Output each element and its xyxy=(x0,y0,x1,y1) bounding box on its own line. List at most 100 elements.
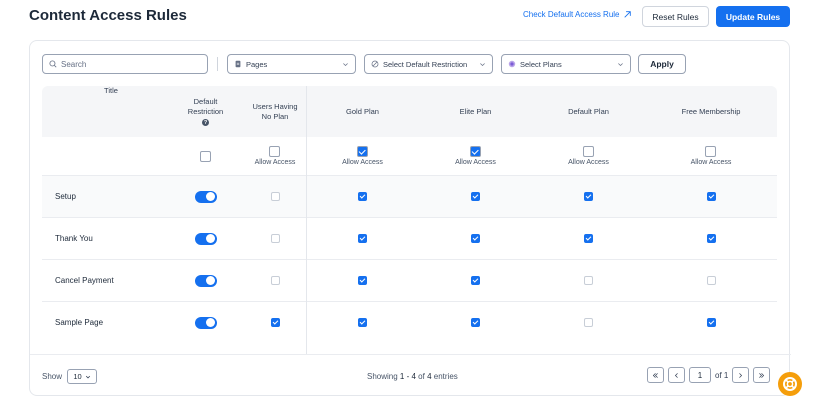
allow-access-label: Allow Access xyxy=(254,159,296,166)
chevron-right-icon xyxy=(739,372,743,378)
no-plan-allow-cell: Allow Access xyxy=(244,137,306,175)
restriction-cell xyxy=(167,176,244,217)
no-plan-checkbox[interactable] xyxy=(270,234,280,243)
plan-checkbox[interactable] xyxy=(471,318,480,327)
first-page-button[interactable] xyxy=(647,367,664,383)
current-page-input[interactable]: 1 xyxy=(689,367,711,383)
plan-checkbox[interactable] xyxy=(471,192,480,201)
lifebuoy-icon xyxy=(783,377,797,391)
next-page-button[interactable] xyxy=(732,367,750,383)
plan-checkbox[interactable] xyxy=(471,234,480,243)
page-total-label: of 1 xyxy=(715,370,729,380)
search-box[interactable] xyxy=(42,54,208,74)
restriction-toggle[interactable] xyxy=(194,274,217,287)
plan-checkbox[interactable] xyxy=(584,318,593,327)
row-title: Setup xyxy=(55,192,76,201)
no-plan-cell xyxy=(244,260,306,301)
plan-cell xyxy=(306,176,419,217)
search-icon xyxy=(49,60,57,68)
page-size-value: 10 xyxy=(73,372,82,381)
check-default-access-link[interactable]: Check Default Access Rule xyxy=(523,10,631,19)
plan-checkbox[interactable] xyxy=(706,234,716,243)
restriction-toggle[interactable] xyxy=(194,232,217,245)
reset-rules-button[interactable]: Reset Rules xyxy=(642,6,709,27)
plan-checkbox[interactable] xyxy=(706,318,716,327)
page-header: Content Access Rules Check Default Acces… xyxy=(0,0,814,36)
restriction-toggle[interactable] xyxy=(194,316,217,329)
help-lifebuoy-button[interactable] xyxy=(778,372,802,396)
chevron-down-icon xyxy=(618,62,623,66)
last-page-button[interactable] xyxy=(753,367,771,383)
pagination: 1 of 1 xyxy=(647,367,771,383)
pages-select-label: Pages xyxy=(246,59,268,69)
show-label: Show xyxy=(42,372,63,381)
apply-button[interactable]: Apply xyxy=(638,54,686,74)
default-restriction-label: Select Default Restriction xyxy=(383,59,468,69)
plan-cell xyxy=(419,218,532,259)
page-icon xyxy=(235,60,241,68)
plan-cell xyxy=(645,302,777,343)
plan-cell xyxy=(419,260,532,301)
chevron-down-icon xyxy=(85,375,90,378)
column-header-default-restriction: Default Restriction ? xyxy=(167,86,244,137)
table-row: Setup xyxy=(42,175,777,217)
row-title: Cancel Payment xyxy=(55,276,114,285)
plan-checkbox[interactable] xyxy=(706,276,716,285)
row-title: Thank You xyxy=(55,234,93,243)
no-plan-checkbox[interactable] xyxy=(270,276,280,285)
column-divider xyxy=(306,86,307,354)
plan-cell xyxy=(645,218,777,259)
default-restriction-select[interactable]: Select Default Restriction xyxy=(364,54,493,74)
plan-checkbox[interactable] xyxy=(584,234,593,243)
restriction-cell xyxy=(167,260,244,301)
plans-icon xyxy=(508,60,516,68)
page-size-control: Show 10 xyxy=(42,369,98,384)
default-select-all-checkbox[interactable] xyxy=(200,150,211,162)
plan-checkbox[interactable] xyxy=(584,192,593,201)
column-header-title: Title xyxy=(104,86,118,95)
plan-cell xyxy=(419,176,532,217)
plan-checkbox[interactable] xyxy=(358,318,367,327)
plan-checkbox[interactable] xyxy=(584,276,593,285)
table-row: Sample Page xyxy=(42,301,777,343)
update-rules-button[interactable]: Update Rules xyxy=(716,6,790,27)
double-chevron-left-icon xyxy=(652,372,658,378)
no-plan-checkbox[interactable] xyxy=(270,192,280,201)
page-size-select[interactable]: 10 xyxy=(67,369,98,384)
plan-checkbox[interactable] xyxy=(706,192,716,201)
check-default-access-label: Check Default Access Rule xyxy=(523,10,620,19)
table-header: Title Default Restriction ? Users Having… xyxy=(42,86,777,137)
plan-allow-access-checkbox[interactable] xyxy=(356,146,368,157)
plan-allow-access-checkbox[interactable] xyxy=(705,146,717,157)
no-plan-cell xyxy=(244,218,306,259)
prev-page-button[interactable] xyxy=(668,367,685,383)
default-select-all-cell xyxy=(167,137,244,175)
no-plan-checkbox[interactable] xyxy=(270,318,280,327)
rules-card: Pages Select Default Restriction Select … xyxy=(29,40,791,396)
no-plan-allow-access-checkbox[interactable] xyxy=(269,146,281,157)
column-header-plan: Free Membership xyxy=(681,106,741,116)
plan-allow-cell: Allow Access xyxy=(419,137,532,175)
plan-cell xyxy=(645,260,777,301)
plan-cell xyxy=(419,302,532,343)
plan-checkbox[interactable] xyxy=(358,234,367,243)
column-header-plan: Gold Plan xyxy=(346,106,379,116)
row-title: Sample Page xyxy=(55,318,104,327)
plan-checkbox[interactable] xyxy=(358,276,367,285)
search-input[interactable] xyxy=(61,59,201,69)
no-plan-cell xyxy=(244,176,306,217)
plan-cell xyxy=(532,218,645,259)
column-header-plan: Elite Plan xyxy=(459,106,492,116)
pages-select[interactable]: Pages xyxy=(227,54,356,74)
plan-cell xyxy=(306,218,419,259)
default-restriction-header-line2: Restriction xyxy=(187,107,224,116)
restriction-toggle[interactable] xyxy=(194,190,217,203)
plan-checkbox[interactable] xyxy=(471,276,480,285)
plan-allow-access-checkbox[interactable] xyxy=(469,146,481,157)
table-row: Cancel Payment xyxy=(42,259,777,301)
plan-allow-access-checkbox[interactable] xyxy=(582,146,594,157)
plan-checkbox[interactable] xyxy=(358,192,367,201)
plans-select[interactable]: Select Plans xyxy=(501,54,631,74)
entries-range: 1 - 4 xyxy=(399,372,416,381)
help-icon[interactable]: ? xyxy=(202,119,209,126)
